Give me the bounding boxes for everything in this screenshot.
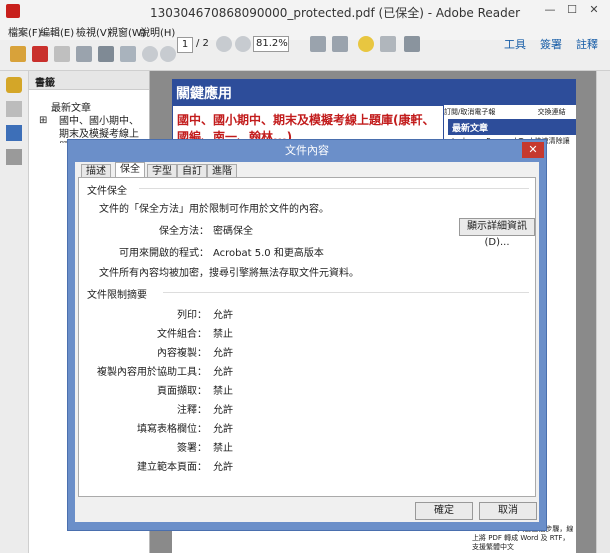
page-number-input[interactable]: 1 <box>177 37 193 53</box>
create-pdf-icon[interactable] <box>32 46 48 62</box>
restriction-value: 禁止 <box>213 329 233 340</box>
save-icon[interactable] <box>76 46 92 62</box>
dialog-title: 文件內容 <box>285 144 329 157</box>
expand-icon[interactable]: ⊞ <box>39 115 49 126</box>
zoom-out-icon[interactable] <box>216 36 232 52</box>
restriction-label: 簽署： <box>177 443 207 454</box>
encrypt-note: 文件所有內容均被加密，搜尋引擎將無法存取文件元資料。 <box>99 268 359 279</box>
pages-icon[interactable] <box>6 101 22 117</box>
window-titlebar: 130304670868090000_protected.pdf (已保全) -… <box>0 0 610 23</box>
fit-width-icon[interactable] <box>332 36 348 52</box>
restriction-label: 文件組合： <box>157 329 207 340</box>
compat-label: 可用來開啟的程式： <box>119 248 209 259</box>
restriction-label: 複製內容用於協助工具： <box>97 367 207 378</box>
restriction-label: 列印： <box>177 310 207 321</box>
tools-pane-button[interactable]: 工具 <box>504 36 526 52</box>
section-divider <box>163 292 529 293</box>
close-icon[interactable]: ✕ <box>586 3 602 17</box>
bookmarks-header: 書籤 <box>29 71 149 90</box>
security-method-value: 密碼保全 <box>213 226 253 237</box>
lock-icon[interactable] <box>6 77 22 93</box>
document-properties-dialog: 文件內容 ✕ 描述 保全 字型 自訂 進階 文件保全 文件的「保全方法」用於限制… <box>67 139 547 531</box>
restriction-value: 允許 <box>213 367 233 378</box>
side-heading: 最新文章 <box>452 124 489 134</box>
security-tab-page: 文件保全 文件的「保全方法」用於限制可作用於文件的內容。 保全方法： 密碼保全 … <box>78 177 536 497</box>
fullscreen-icon[interactable] <box>404 36 420 52</box>
highlight-icon[interactable] <box>380 36 396 52</box>
dialog-body: 描述 保全 字型 自訂 進階 文件保全 文件的「保全方法」用於限制可作用於文件的… <box>75 162 539 522</box>
sign-pane-button[interactable]: 簽署 <box>540 36 562 52</box>
section-divider <box>139 188 529 189</box>
zoom-select[interactable]: 81.2% <box>253 36 289 52</box>
restriction-label: 填寫表格欄位： <box>137 424 207 435</box>
side-heading-bar: 最新文章 <box>448 119 576 135</box>
security-method-label: 保全方法： <box>159 226 209 237</box>
window-title: 130304670868090000_protected.pdf (已保全) -… <box>150 6 521 20</box>
menu-edit[interactable]: 編輯(E) <box>40 24 74 39</box>
menu-help[interactable]: 說明(H) <box>140 24 175 39</box>
subscribe-link[interactable]: 訂閱/取消電子報 <box>444 108 495 116</box>
compat-value: Acrobat 5.0 和更高版本 <box>213 248 324 259</box>
print-icon[interactable] <box>98 46 114 62</box>
vertical-scrollbar[interactable] <box>596 71 610 553</box>
left-navigation-pane <box>0 71 29 553</box>
security-section-title: 文件保全 <box>87 186 127 197</box>
restriction-value: 禁止 <box>213 386 233 397</box>
restriction-value: 禁止 <box>213 443 233 454</box>
bookmark-icon[interactable] <box>6 125 22 141</box>
page-total: / 2 <box>196 38 209 49</box>
prev-page-icon[interactable] <box>142 46 158 62</box>
menu-file[interactable]: 檔案(F) <box>8 24 42 39</box>
fit-page-icon[interactable] <box>310 36 326 52</box>
attachment-icon[interactable] <box>6 149 22 165</box>
menu-view[interactable]: 檢視(V) <box>76 24 111 39</box>
restriction-label: 注釋： <box>177 405 207 416</box>
restrictions-section-title: 文件限制摘要 <box>87 290 147 301</box>
next-page-icon[interactable] <box>160 46 176 62</box>
security-description: 文件的「保全方法」用於限制可作用於文件的內容。 <box>99 204 329 215</box>
comment-bubble-icon[interactable] <box>358 36 374 52</box>
show-details-button[interactable]: 顯示詳細資訊(D)... <box>459 218 535 248</box>
restriction-label: 建立範本頁面： <box>137 462 207 473</box>
banner-title: 關鍵應用 <box>176 86 232 102</box>
bookmarks-title: 書籤 <box>35 78 55 89</box>
ok-button[interactable]: 確定 <box>415 502 473 520</box>
restriction-value: 允許 <box>213 424 233 435</box>
dialog-close-icon[interactable]: ✕ <box>522 142 544 158</box>
restriction-value: 允許 <box>213 405 233 416</box>
minimize-icon[interactable]: — <box>542 3 558 17</box>
maximize-icon[interactable]: ☐ <box>564 3 580 17</box>
edit-icon[interactable] <box>54 46 70 62</box>
restriction-value: 允許 <box>213 462 233 473</box>
page-banner: 關鍵應用 <box>172 79 576 105</box>
adobe-reader-icon <box>6 4 20 18</box>
restriction-label: 內容複製： <box>157 348 207 359</box>
restriction-value: 允許 <box>213 310 233 321</box>
comment-pane-button[interactable]: 註釋 <box>576 36 598 52</box>
restriction-label: 頁面擷取： <box>157 386 207 397</box>
zoom-in-icon[interactable] <box>235 36 251 52</box>
cancel-button[interactable]: 取消 <box>479 502 537 520</box>
bookmark-item[interactable]: 最新文章 <box>51 99 91 114</box>
exchange-link[interactable]: 交換連結 <box>538 108 566 116</box>
open-icon[interactable] <box>10 46 26 62</box>
email-icon[interactable] <box>120 46 136 62</box>
restriction-value: 允許 <box>213 348 233 359</box>
